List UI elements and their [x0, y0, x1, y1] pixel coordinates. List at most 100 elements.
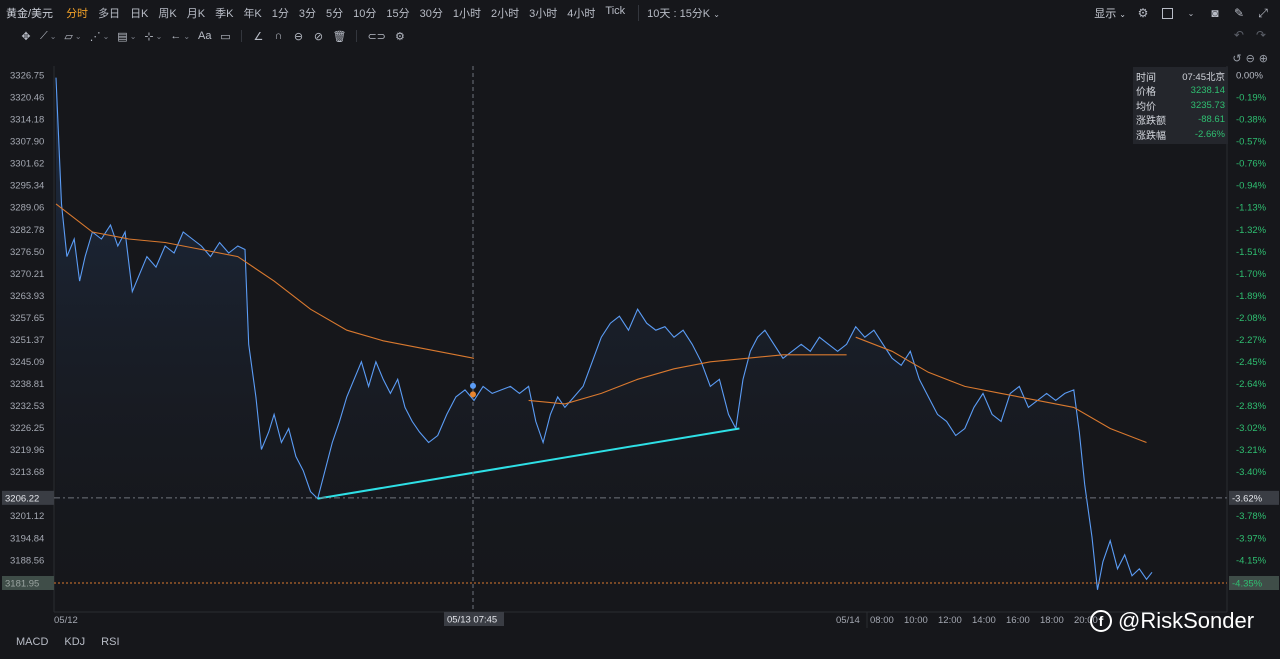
price-tick-label: 3188.56 — [10, 555, 44, 566]
percent-tick-label: -1.51% — [1236, 247, 1267, 258]
chevron-down-icon: ⌄ — [49, 31, 57, 41]
price-tick-label: 3201.12 — [10, 511, 44, 522]
info-row: 涨跌幅 -2.66% — [1136, 127, 1225, 142]
lock-icon[interactable]: ⊖ — [290, 28, 306, 44]
channel-tool-icon[interactable]: ▱ ⌄ — [62, 28, 83, 44]
percent-tick-label: -3.02% — [1236, 423, 1267, 434]
magnet-icon[interactable]: ∩ — [270, 28, 286, 44]
text-tool-button[interactable]: Aa — [196, 28, 213, 44]
trash-icon[interactable]: 🗑︎ — [330, 28, 348, 44]
percent-tick-label: -1.32% — [1236, 225, 1267, 236]
time-tick-label: 16:00 — [1006, 615, 1030, 626]
time-tick-label: 12:00 — [938, 615, 962, 626]
watermark-text: @RiskSonder — [1118, 608, 1255, 633]
price-tick-label: 3251.37 — [10, 335, 44, 346]
timeframe-tab[interactable]: 多日 — [98, 5, 120, 21]
chevron-down-icon: ⌄ — [155, 31, 163, 41]
percent-tick-label: -2.83% — [1236, 401, 1267, 412]
pencil-icon[interactable]: ✎ — [1232, 6, 1246, 20]
measure-tool-icon[interactable]: ⊹ ⌄ — [142, 28, 164, 44]
layout-icon[interactable] — [1160, 6, 1174, 20]
timeframe-tab[interactable]: 周K — [158, 5, 176, 21]
chevron-down-icon: ⌄ — [74, 31, 82, 41]
timeframe-tab[interactable]: 3分 — [299, 5, 316, 21]
timeframe-tab[interactable]: 日K — [130, 5, 148, 21]
timeframe-tab[interactable]: 1分 — [272, 5, 289, 21]
price-tick-label: 3326.75 — [10, 71, 44, 82]
percent-tick-label: -1.70% — [1236, 269, 1267, 280]
timeframe-tab[interactable]: 5分 — [326, 5, 343, 21]
timeframe-tab[interactable]: 3小时 — [529, 5, 557, 21]
chevron-down-icon[interactable]: ⌄ — [1184, 6, 1198, 20]
timeframe-tab[interactable]: Tick — [605, 5, 625, 21]
indicator-tab[interactable]: MACD — [16, 636, 48, 648]
info-box: 时间 07:45北京 价格 3238.14 均价 3235.73 涨跌额 -88.61 涨跌幅 -… — [1133, 67, 1228, 144]
brush-icon[interactable]: ∠ — [250, 28, 266, 44]
redo-icon[interactable]: ↷ — [1256, 28, 1266, 42]
time-tick-label: 05/14 — [836, 615, 860, 626]
crosshair-price-label: 3206.22 — [5, 493, 39, 504]
price-tick-label: 3295.34 — [10, 181, 44, 192]
price-tick-label: 3301.62 — [10, 159, 44, 170]
price-chart[interactable]: 3326.75 3320.46 3314.18 3307.90 3301.62 3295.… — [0, 0, 1280, 659]
price-tick-label: 3245.09 — [10, 357, 44, 368]
gear-icon[interactable]: ⚙ — [392, 28, 408, 44]
info-key: 涨跌幅 — [1136, 130, 1166, 142]
line-tool-icon[interactable]: ⟋ ⌄ — [38, 28, 58, 44]
percent-tick-label: -0.19% — [1236, 93, 1267, 104]
camera-icon[interactable]: ◙ — [1208, 6, 1222, 20]
percent-tick-label: -0.57% — [1236, 137, 1267, 148]
zoom-controls: ↺ ⊖ ⊕ — [1232, 52, 1268, 65]
info-key: 均价 — [1136, 101, 1156, 113]
timeframe-bar: 黄金/美元 分时 多日 日K 周K 月K 季K 年K 1分 3分 5分 10分 15分 30分 1小时 2小… — [0, 0, 1280, 26]
price-tick-label: 3263.93 — [10, 291, 44, 302]
indicator-tab[interactable]: RSI — [101, 636, 119, 648]
symbol-label[interactable]: 黄金/美元 — [6, 5, 53, 21]
timeframe-tab[interactable]: 季K — [215, 5, 233, 21]
crosshair-move-icon[interactable]: ✥ — [18, 28, 34, 44]
info-key: 价格 — [1136, 87, 1156, 99]
zoom-in-icon[interactable]: ⊕ — [1259, 52, 1268, 65]
timeframe-tab[interactable]: 2小时 — [491, 5, 519, 21]
percent-tick-label: -0.76% — [1236, 159, 1267, 170]
zoom-out-icon[interactable]: ⊖ — [1246, 52, 1255, 65]
percent-tick-label: -3.78% — [1236, 511, 1267, 522]
current-percent-label: -4.35% — [1232, 579, 1263, 590]
percent-tick-label: -3.97% — [1236, 533, 1267, 544]
toolbar-divider — [241, 30, 243, 42]
show-button[interactable]: 显示 ⌄ — [1094, 5, 1126, 21]
timeframe-tab[interactable]: 4小时 — [567, 5, 595, 21]
timeframe-tab[interactable]: 30分 — [420, 5, 443, 21]
price-tick-label: 3213.68 — [10, 467, 44, 478]
facebook-icon: f — [1090, 610, 1112, 632]
wave-tool-icon[interactable]: ⋰ ⌄ — [88, 28, 112, 44]
price-tick-label: 3320.46 — [10, 93, 44, 104]
time-axis: 05/12 05/14 08:00 10:00 12:00 14:00 16:00 18:00… — [54, 612, 1098, 628]
timeframe-tab[interactable]: 10分 — [353, 5, 376, 21]
timeframe-tab[interactable]: 年K — [243, 5, 261, 21]
time-tick-label: 10:00 — [904, 615, 928, 626]
comment-icon[interactable]: ▭ — [217, 28, 233, 44]
time-tick-label: 14:00 — [972, 615, 996, 626]
chevron-down-icon: ⌄ — [183, 31, 191, 41]
reset-icon[interactable]: ↺ — [1232, 52, 1241, 65]
undo-icon[interactable]: ↶ — [1234, 28, 1244, 42]
range-selector[interactable]: 10天 : 15分K ⌄ — [638, 5, 720, 21]
hide-icon[interactable]: ⊘ — [310, 28, 326, 44]
timeframe-tab[interactable]: 15分 — [386, 5, 409, 21]
settings-icon[interactable]: ⚙ — [1136, 6, 1150, 20]
percent-tick-label: -2.08% — [1236, 313, 1267, 324]
link-icon[interactable]: ⊂⊃ — [365, 28, 387, 44]
info-value: -88.61 — [1198, 114, 1225, 126]
undo-redo: ↶ ↷ — [1234, 28, 1266, 42]
price-tick-label: 3282.78 — [10, 225, 44, 236]
indicator-tab[interactable]: KDJ — [64, 636, 85, 648]
timeframe-tab[interactable]: 分时 — [66, 5, 88, 21]
chevron-down-icon: ⌄ — [713, 10, 720, 19]
fullscreen-icon[interactable]: ⤢ — [1256, 6, 1270, 20]
fibonacci-tool-icon[interactable]: ▤ ⌄ — [115, 28, 138, 44]
timeframe-tab[interactable]: 1小时 — [453, 5, 481, 21]
arrow-tool-icon[interactable]: ← ⌄ — [168, 28, 192, 44]
info-row: 时间 07:45北京 — [1136, 69, 1225, 84]
timeframe-tab[interactable]: 月K — [187, 5, 205, 21]
